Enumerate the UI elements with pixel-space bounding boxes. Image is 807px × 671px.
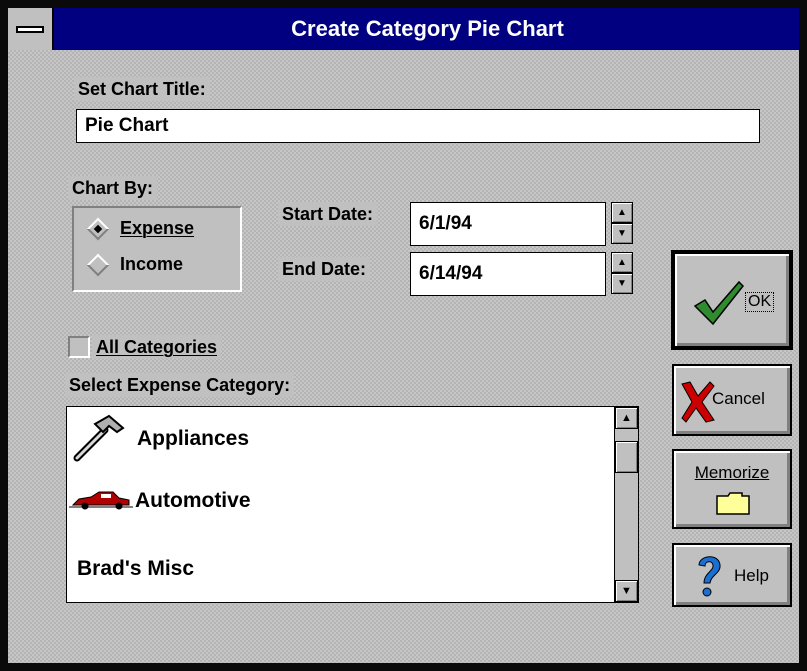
radio-selected-icon: [86, 217, 110, 240]
radio-income-label: Income: [120, 254, 184, 274]
scroll-up-button[interactable]: ▲: [615, 407, 638, 429]
checkmark-icon: [693, 280, 745, 331]
ok-button[interactable]: OK: [671, 250, 793, 350]
help-button[interactable]: Help: [672, 543, 792, 607]
end-date-label: End Date:: [278, 257, 371, 281]
end-date-input[interactable]: 6/14/94: [410, 252, 606, 296]
memorize-button-label: Memorize: [674, 463, 790, 483]
list-item[interactable]: Appliances: [67, 409, 607, 469]
help-question-icon: [694, 551, 724, 606]
up-arrow-icon: ▲: [621, 412, 632, 424]
chart-by-group: Expense Income: [72, 206, 242, 292]
category-listbox[interactable]: Appliances Automotive Brad's Misc ▲ ▼: [66, 406, 639, 603]
list-item-label: Brad's Misc: [77, 557, 195, 580]
up-arrow-icon: ▲: [617, 206, 627, 218]
chart-by-label: Chart By:: [68, 176, 158, 200]
dialog-window: Create Category Pie Chart Set Chart Titl…: [0, 0, 807, 671]
start-date-down-button[interactable]: ▼: [611, 223, 633, 244]
help-button-label: Help: [734, 566, 769, 585]
chart-title-value: Pie Chart: [85, 115, 169, 136]
radio-unselected-icon: [86, 253, 110, 276]
end-date-value: 6/14/94: [419, 263, 483, 284]
list-item-label: Automotive: [135, 489, 251, 512]
start-date-value: 6/1/94: [419, 213, 472, 234]
scroll-down-button[interactable]: ▼: [615, 580, 638, 602]
dialog-body: Set Chart Title: Pie Chart Chart By: Exp…: [8, 50, 799, 663]
category-list-label: Select Expense Category:: [65, 373, 295, 397]
down-arrow-icon: ▼: [617, 227, 627, 239]
start-date-input[interactable]: 6/1/94: [410, 202, 606, 246]
memorize-first-letter: Memorize: [694, 463, 770, 482]
end-date-up-button[interactable]: ▲: [611, 252, 633, 273]
list-item-label: Appliances: [137, 427, 250, 450]
cancel-button[interactable]: Cancel: [672, 364, 792, 436]
list-item[interactable]: Brad's Misc: [67, 539, 617, 599]
radio-expense-label: Expense: [120, 218, 195, 238]
end-date-down-button[interactable]: ▼: [611, 273, 633, 294]
start-date-label: Start Date:: [278, 202, 378, 226]
system-menu-icon: [16, 26, 44, 33]
radio-expense[interactable]: Expense: [86, 217, 195, 240]
start-date-up-button[interactable]: ▲: [611, 202, 633, 223]
start-date-spinner[interactable]: ▲ ▼: [611, 202, 633, 244]
down-arrow-icon: ▼: [617, 277, 627, 289]
system-menu-button[interactable]: [8, 8, 54, 50]
window-title: Create Category Pie Chart: [291, 16, 564, 41]
all-categories-label[interactable]: All Categories: [92, 335, 222, 359]
list-item[interactable]: Automotive: [67, 471, 607, 531]
memorize-button[interactable]: Memorize: [672, 449, 792, 529]
end-date-spinner[interactable]: ▲ ▼: [611, 252, 633, 294]
radio-income[interactable]: Income: [86, 253, 184, 276]
down-arrow-icon: ▼: [621, 585, 632, 597]
list-scrollbar[interactable]: ▲ ▼: [614, 407, 638, 602]
car-icon: [69, 489, 133, 513]
all-categories-checkbox[interactable]: [68, 336, 90, 358]
scroll-thumb[interactable]: [615, 441, 638, 473]
up-arrow-icon: ▲: [617, 256, 627, 268]
hammer-icon: [71, 414, 127, 464]
chart-title-label: Set Chart Title:: [74, 77, 210, 101]
ok-button-label: OK: [745, 292, 775, 312]
folder-icon: [716, 491, 750, 520]
chart-title-input[interactable]: Pie Chart: [76, 109, 760, 143]
cancel-button-label: Cancel: [712, 389, 765, 408]
cancel-x-icon: [680, 380, 716, 429]
